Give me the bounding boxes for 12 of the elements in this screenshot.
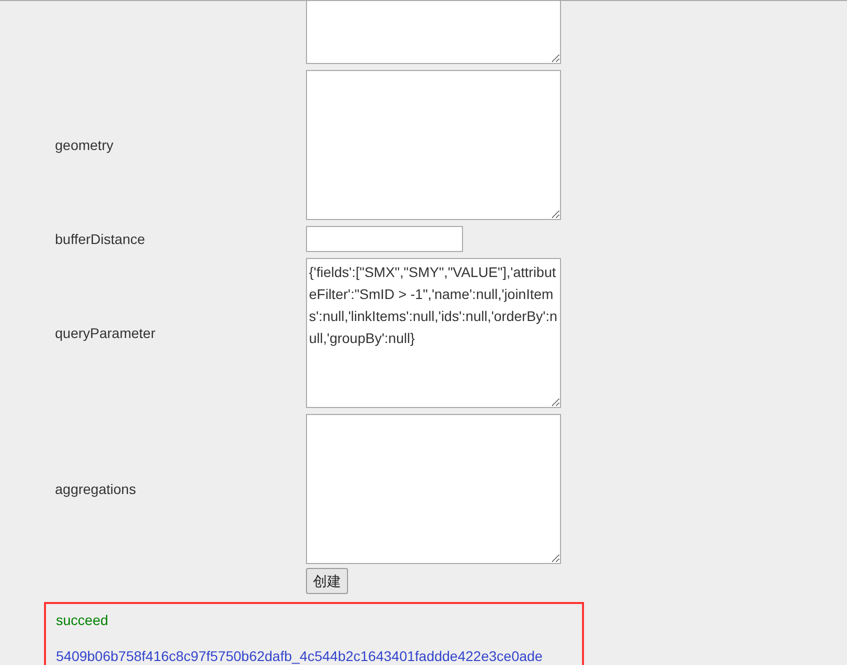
field-label: aggregations: [55, 480, 136, 496]
text-area[interactable]: {'fields':["SMX","SMY","VALUE"],'attributeFilter':"SmID > -1",'name':null,'joinItems':null,'linkItems':null,'ids':null,'orderBy':null,'groupBy':null}: [306, 258, 561, 408]
input-field[interactable]: [306, 226, 463, 252]
field-label: geometry: [55, 136, 114, 152]
field-label: queryParameter: [55, 324, 156, 340]
text-area[interactable]: [306, 414, 561, 564]
text-area[interactable]: [306, 1, 561, 64]
field-label: bufferDistance: [55, 230, 146, 246]
result-link[interactable]: 5409b06b758f416c8c97f5750b62dafb_4c544b2c1643401faddde422e3ce0ade: [56, 647, 572, 665]
status-text: succeed: [56, 611, 110, 630]
create-button[interactable]: 创建: [306, 568, 348, 594]
text-area[interactable]: [306, 70, 561, 220]
